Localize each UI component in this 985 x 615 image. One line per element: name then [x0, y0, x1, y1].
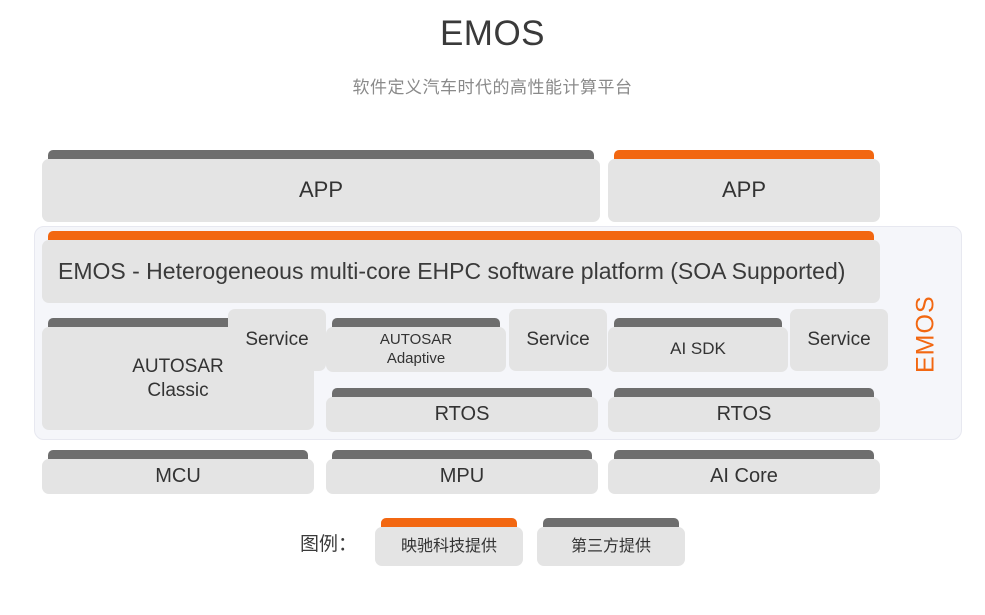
- app-box-left-topbar: [48, 150, 594, 159]
- service-box-1-label: Service: [228, 309, 326, 371]
- legend-label: 图例：: [299, 533, 357, 555]
- hardware-box-mcu-topbar: [48, 450, 308, 459]
- legend-item-third-party-label: 第三方提供: [537, 527, 685, 566]
- service-box-2-label: Service: [509, 309, 607, 371]
- hardware-box-ai-core-topbar: [614, 450, 874, 459]
- app-box-right-label: APP: [608, 159, 880, 222]
- hardware-box-mpu-topbar: [332, 450, 592, 459]
- rtos-box-1-label: RTOS: [326, 397, 598, 432]
- autosar-adaptive-line1: AUTOSAR: [379, 331, 453, 349]
- autosar-classic-line2: Classic: [147, 379, 209, 401]
- legend: 图例： 映驰科技提供 第三方提供: [0, 518, 985, 566]
- rtos-box-1-topbar: [332, 388, 592, 397]
- legend-item-third-party-topbar: [543, 518, 679, 527]
- emos-platform-box: EMOS - Heterogeneous multi-core EHPC sof…: [42, 231, 880, 303]
- hardware-box-mpu: MPU: [326, 450, 598, 494]
- service-box-3: Service: [790, 309, 888, 371]
- hardware-box-ai-core-label: AI Core: [608, 459, 880, 494]
- service-box-3-label: Service: [790, 309, 888, 371]
- autosar-classic-line1: AUTOSAR: [132, 356, 224, 378]
- autosar-adaptive-line2: Adaptive: [386, 349, 446, 367]
- page-title: EMOS: [439, 14, 546, 53]
- autosar-adaptive-topbar: [332, 318, 500, 327]
- app-box-left: APP: [42, 150, 600, 222]
- app-box-right: APP: [608, 150, 880, 222]
- legend-item-own-topbar: [381, 518, 517, 527]
- autosar-adaptive-box: AUTOSAR Adaptive: [326, 318, 506, 372]
- page-subtitle: 软件定义汽车时代的高性能计算平台: [352, 78, 633, 97]
- hardware-box-mcu: MCU: [42, 450, 314, 494]
- legend-item-own-label: 映驰科技提供: [375, 527, 523, 566]
- emos-vertical-label: EMOS: [911, 295, 940, 373]
- service-box-2: Service: [509, 309, 607, 371]
- emos-platform-topbar: [48, 231, 874, 240]
- rtos-box-2-topbar: [614, 388, 874, 397]
- app-box-right-topbar: [614, 150, 874, 159]
- emos-architecture-diagram: EMOS 软件定义汽车时代的高性能计算平台 APP APP EMOS EMOS …: [0, 0, 985, 615]
- hardware-box-mcu-label: MCU: [42, 459, 314, 494]
- emos-platform-label: EMOS - Heterogeneous multi-core EHPC sof…: [42, 240, 880, 303]
- legend-item-own: 映驰科技提供: [375, 518, 523, 566]
- autosar-adaptive-label: AUTOSAR Adaptive: [326, 327, 506, 372]
- rtos-box-2: RTOS: [608, 388, 880, 432]
- hardware-box-mpu-label: MPU: [326, 459, 598, 494]
- service-box-1: Service: [228, 309, 326, 371]
- app-box-left-label: APP: [42, 159, 600, 222]
- ai-sdk-topbar: [614, 318, 782, 327]
- ai-sdk-box: AI SDK: [608, 318, 788, 372]
- rtos-box-1: RTOS: [326, 388, 598, 432]
- rtos-box-2-label: RTOS: [608, 397, 880, 432]
- legend-item-third-party: 第三方提供: [537, 518, 685, 566]
- ai-sdk-label: AI SDK: [608, 327, 788, 372]
- hardware-box-ai-core: AI Core: [608, 450, 880, 494]
